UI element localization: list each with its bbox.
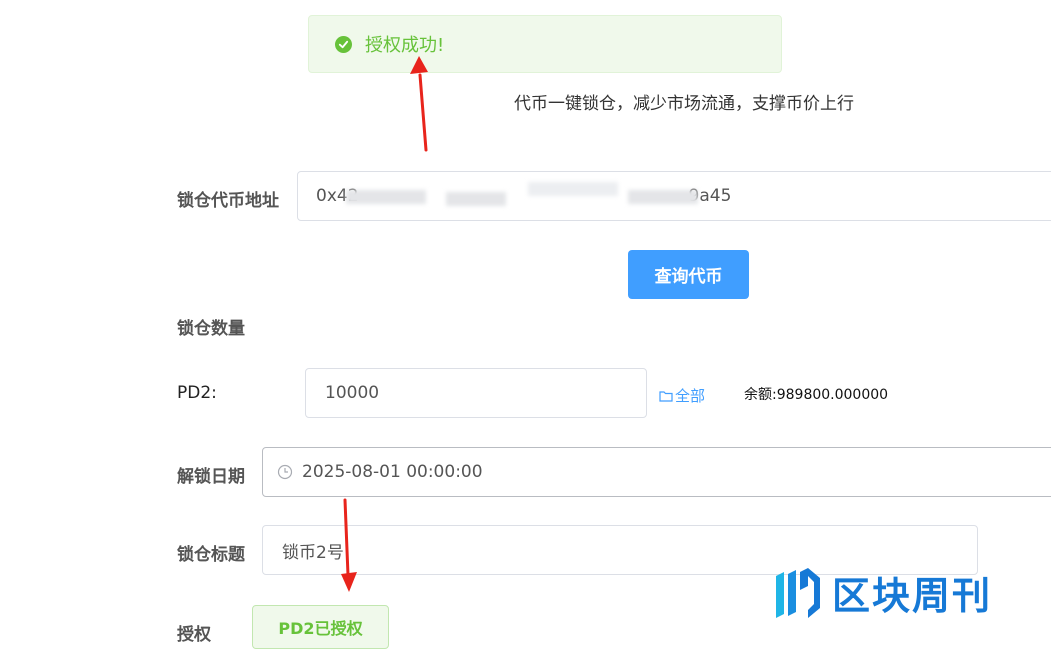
lock-title-label: 锁仓标题 xyxy=(177,545,245,565)
lock-title-value: 锁币2号 xyxy=(282,542,344,563)
token-symbol-label: PD2: xyxy=(177,383,217,403)
unlock-date-label: 解锁日期 xyxy=(177,467,245,487)
amount-input[interactable]: 10000 xyxy=(305,368,647,418)
redaction-blur xyxy=(628,190,698,204)
query-token-button[interactable]: 查询代币 xyxy=(628,250,749,299)
authorized-button[interactable]: PD2已授权 xyxy=(252,605,389,649)
unlock-date-picker[interactable]: 2025-08-01 00:00:00 xyxy=(262,447,1051,497)
all-amount-link-label: 全部 xyxy=(675,387,706,405)
page: 授权成功! 代币一键锁仓，减少市场流通，支撑币价上行 锁仓代币地址 0x42 9… xyxy=(0,0,1051,662)
page-subtitle: 代币一键锁仓，减少市场流通，支撑币价上行 xyxy=(514,94,854,114)
unlock-date-value: 2025-08-01 00:00:00 xyxy=(302,462,483,482)
redaction-blur xyxy=(528,182,618,196)
toast-message: 授权成功! xyxy=(365,35,445,56)
check-circle-icon xyxy=(335,35,352,53)
amount-value: 10000 xyxy=(325,383,380,403)
amount-label: 锁仓数量 xyxy=(177,319,245,339)
clock-icon xyxy=(277,464,293,480)
watermark-text: 区块周刊 xyxy=(832,574,993,618)
success-toast: 授权成功! xyxy=(308,15,782,73)
token-address-label: 锁仓代币地址 xyxy=(177,191,279,211)
watermark: 区块周刊 xyxy=(774,565,992,620)
redaction-blur xyxy=(346,190,426,204)
balance-text: 余额:989800.000000 xyxy=(744,387,889,403)
token-address-input[interactable]: 0x42 9a45 xyxy=(297,171,1051,221)
qukuai-logo xyxy=(776,567,820,618)
all-amount-link[interactable]: 全部 xyxy=(659,385,705,406)
folder-icon xyxy=(659,390,673,402)
authorize-label: 授权 xyxy=(177,625,211,645)
redaction-blur xyxy=(446,192,506,206)
